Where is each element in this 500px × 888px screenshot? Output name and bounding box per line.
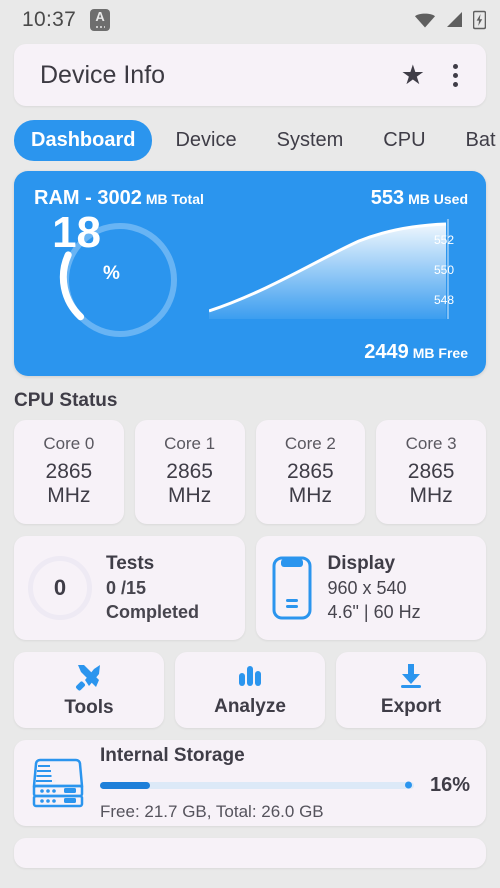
ram-chart-axis: 552 550 548 <box>430 219 476 319</box>
app-screen: 10:37 A Device Info ★ Dashboard Device S… <box>0 0 500 888</box>
tools-label: Tools <box>64 697 114 719</box>
bar-chart-icon <box>239 666 261 687</box>
storage-title: Internal Storage <box>100 744 245 766</box>
page-title: Device Info <box>40 60 166 89</box>
storage-detail: Free: 21.7 GB, Total: 26.0 GB <box>100 801 324 821</box>
core-freq-unit: MHz <box>47 484 91 508</box>
tests-status: Completed <box>106 602 200 623</box>
notification-badge-icon: A <box>90 9 111 31</box>
core-freq-value: 2865 <box>407 460 455 483</box>
cellular-signal-icon <box>447 12 462 27</box>
core-freq-unit: MHz <box>288 484 332 508</box>
core-label: Core 1 <box>164 434 216 453</box>
tools-icon <box>76 665 100 691</box>
core-frequency: 2865 MHz <box>376 460 486 508</box>
app-header: Device Info ★ <box>14 44 486 106</box>
chart-ytick-2: 548 <box>434 293 455 307</box>
core-freq-value: 2865 <box>287 460 334 483</box>
action-button-row: Tools Analyze Export <box>0 640 500 729</box>
core-label: Core 0 <box>43 434 95 453</box>
analyze-label: Analyze <box>214 696 286 718</box>
storage-progress-row: 16% <box>100 774 470 797</box>
download-icon <box>401 664 421 689</box>
ram-used-label: 553 MB Used <box>371 187 468 210</box>
wifi-icon <box>415 13 435 28</box>
display-resolution: 960 x 540 <box>327 578 407 599</box>
cpu-core-card[interactable]: Core 0 2865 MHz <box>14 420 124 525</box>
core-freq-value: 2865 <box>45 460 93 483</box>
ram-free-value: 2449 <box>364 341 409 363</box>
core-freq-unit: MHz <box>409 484 453 508</box>
tests-progress-ring: 0 <box>28 556 92 621</box>
ram-free-label: 2449 MB Free <box>364 341 468 364</box>
storage-progress-bar[interactable] <box>100 781 414 789</box>
tab-cpu[interactable]: CPU <box>366 120 442 161</box>
display-specs: 4.6" | 60 Hz <box>327 602 421 623</box>
summary-row: 0 Tests 0 /15 Completed Display 960 x 54… <box>0 524 500 641</box>
core-frequency: 2865 MHz <box>14 460 124 508</box>
tab-system[interactable]: System <box>260 120 361 161</box>
ram-card[interactable]: RAM - 3002 MB Total 553 MB Used 18 % 552… <box>14 171 486 376</box>
analyze-button[interactable]: Analyze <box>175 652 325 729</box>
ram-gauge-text: 18 % <box>14 171 158 295</box>
ram-used-value: 553 <box>370 187 405 209</box>
storage-body: Internal Storage 16% Free: 21.7 GB, Tota… <box>100 745 470 822</box>
tests-text: Tests 0 /15 Completed <box>106 553 199 623</box>
core-freq-unit: MHz <box>168 484 212 508</box>
status-icons <box>414 10 486 30</box>
favorite-star-icon[interactable]: ★ <box>401 61 425 89</box>
tests-count: 0 <box>53 575 67 601</box>
hard-drive-icon <box>32 759 84 808</box>
header-actions: ★ <box>401 61 464 89</box>
chart-ytick-0: 552 <box>434 233 455 247</box>
tab-battery[interactable]: Bat <box>449 120 500 161</box>
tab-device[interactable]: Device <box>158 120 253 161</box>
tools-button[interactable]: Tools <box>14 652 164 729</box>
storage-progress-handle[interactable] <box>404 781 412 789</box>
cpu-core-list: Core 0 2865 MHz Core 1 2865 MHz Core 2 286… <box>0 420 500 525</box>
display-card[interactable]: Display 960 x 540 4.6" | 60 Hz <box>255 536 486 641</box>
cpu-status-title: CPU Status <box>14 390 118 411</box>
overflow-menu-icon[interactable] <box>447 62 464 89</box>
export-button[interactable]: Export <box>336 652 486 729</box>
status-clock: 10:37 <box>22 8 77 31</box>
cpu-core-card[interactable]: Core 2 2865 MHz <box>255 420 366 525</box>
smartphone-icon <box>272 556 311 620</box>
ram-used-unit: MB Used <box>408 191 468 207</box>
next-card-peek[interactable] <box>14 838 486 869</box>
tests-progress: 0 /15 <box>106 578 147 599</box>
ram-history-chart <box>209 219 449 319</box>
storage-progress-fill <box>100 781 151 789</box>
display-text: Display 960 x 540 4.6" | 60 Hz <box>328 553 421 623</box>
core-label: Core 3 <box>405 434 457 453</box>
ram-gauge-symbol: % <box>103 263 120 284</box>
cpu-core-card[interactable]: Core 3 2865 MHz <box>376 420 486 525</box>
battery-charging-icon <box>473 10 486 30</box>
tests-title: Tests <box>106 553 155 575</box>
ram-free-unit: MB Free <box>412 345 468 361</box>
tests-card[interactable]: 0 Tests 0 /15 Completed <box>14 536 245 641</box>
tab-dashboard[interactable]: Dashboard <box>14 120 153 161</box>
display-title: Display <box>327 553 396 575</box>
core-frequency: 2865 MHz <box>135 460 245 508</box>
core-label: Core 2 <box>284 434 336 453</box>
storage-percent: 16% <box>429 773 470 796</box>
chart-ytick-1: 550 <box>434 263 455 277</box>
core-frequency: 2865 MHz <box>256 460 366 508</box>
ram-gauge-percent: 18 <box>52 208 102 257</box>
export-label: Export <box>380 696 442 718</box>
internal-storage-card[interactable]: Internal Storage 16% Free: 21.7 GB, Tota… <box>14 740 486 827</box>
tab-bar[interactable]: Dashboard Device System CPU Bat <box>0 106 500 171</box>
status-bar: 10:37 A <box>0 0 500 40</box>
cpu-core-card[interactable]: Core 1 2865 MHz <box>134 420 245 525</box>
core-freq-value: 2865 <box>166 460 213 483</box>
